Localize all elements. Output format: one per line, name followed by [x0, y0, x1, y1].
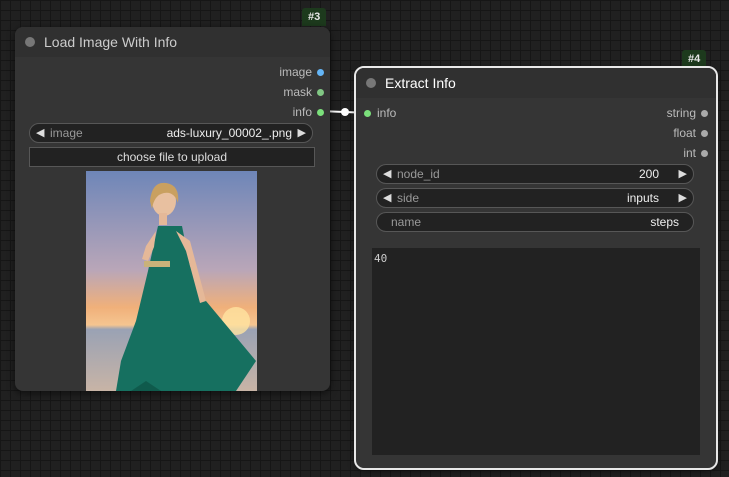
node-id-badge: #4 [682, 50, 707, 68]
arrow-left-icon[interactable]: ◀ [36, 124, 44, 142]
name-text-widget[interactable]: name steps [376, 212, 694, 232]
float-slot-dot-icon[interactable] [701, 129, 708, 137]
widget-value: 200 [638, 167, 659, 181]
node-title: Extract Info [385, 75, 456, 91]
collapse-dot-icon[interactable] [366, 78, 376, 88]
widget-value: inputs [626, 191, 659, 205]
image-slot-dot-icon[interactable] [317, 68, 324, 76]
upload-button[interactable]: choose file to upload [29, 147, 315, 167]
collapse-dot-icon[interactable] [25, 37, 35, 47]
arrow-right-icon[interactable]: ▶ [298, 124, 306, 142]
mask-slot-dot-icon[interactable] [317, 88, 324, 96]
extract-info-node[interactable]: Extract Info info string float int ◀ nod… [354, 66, 718, 470]
node-id-badge: #3 [302, 8, 327, 26]
input-slot-info[interactable]: info [364, 106, 396, 120]
widget-label: name [391, 215, 422, 229]
image-combo-widget[interactable]: ◀ image ads-luxury_00002_.png ▶ [29, 123, 313, 143]
node-title-bar[interactable]: Load Image With Info [15, 27, 330, 57]
output-slot-int[interactable]: int [683, 146, 708, 160]
widget-value: ads-luxury_00002_.png [166, 126, 292, 140]
node-title: Load Image With Info [44, 34, 178, 50]
output-slot-info[interactable]: info [293, 105, 324, 119]
string-slot-dot-icon[interactable] [701, 109, 708, 117]
node-id-number-widget[interactable]: ◀ node_id 200 ▶ [376, 164, 694, 184]
load-image-node[interactable]: Load Image With Info image mask info ◀ i… [15, 27, 330, 391]
arrow-right-icon[interactable]: ▶ [679, 189, 687, 207]
arrow-right-icon[interactable]: ▶ [679, 165, 687, 183]
output-textarea[interactable]: 40 [372, 248, 700, 455]
image-preview [86, 171, 257, 391]
widget-value: steps [650, 215, 679, 229]
output-slot-image[interactable]: image [279, 65, 324, 79]
arrow-left-icon[interactable]: ◀ [383, 189, 391, 207]
node-title-bar[interactable]: Extract Info [356, 68, 716, 98]
arrow-left-icon[interactable]: ◀ [383, 165, 391, 183]
side-combo-widget[interactable]: ◀ side inputs ▶ [376, 188, 694, 208]
output-slot-string[interactable]: string [667, 106, 708, 120]
int-slot-dot-icon[interactable] [701, 149, 708, 157]
output-slot-mask[interactable]: mask [283, 85, 324, 99]
widget-label: image [50, 126, 83, 140]
output-slot-float[interactable]: float [673, 126, 708, 140]
widget-label: side [397, 191, 420, 205]
info-slot-dot-icon[interactable] [364, 109, 371, 117]
widget-label: node_id [397, 167, 440, 181]
info-slot-dot-icon[interactable] [317, 108, 324, 116]
